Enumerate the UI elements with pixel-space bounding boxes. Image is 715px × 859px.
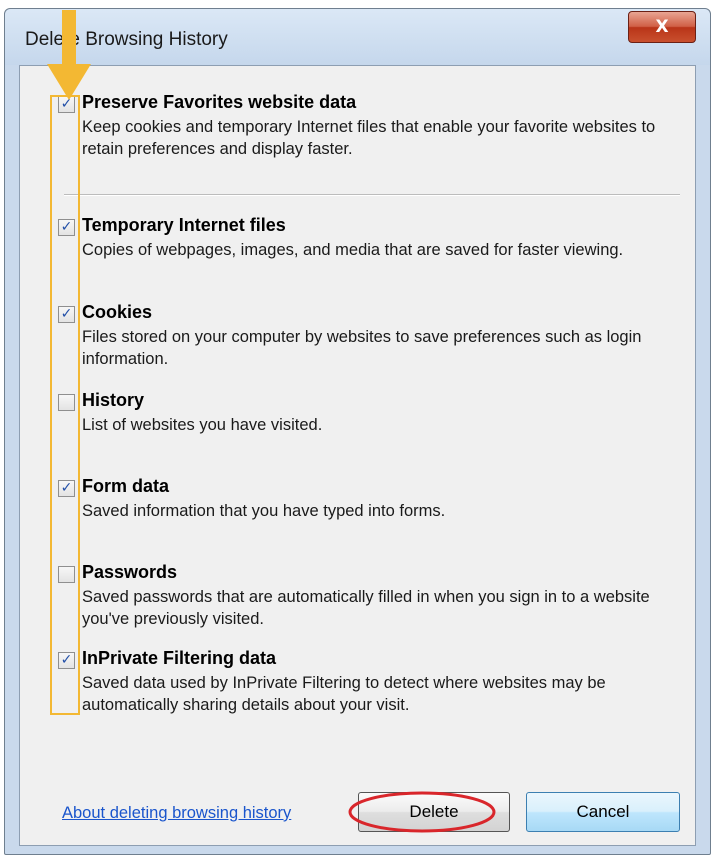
close-icon: X [655,17,669,37]
title-bar: Delete Browsing History X [5,9,710,65]
close-button[interactable]: X [628,11,696,43]
option-description: Saved passwords that are automatically f… [82,588,650,628]
delete-browsing-history-dialog: Delete Browsing History X ✓ Preserve Fav… [4,8,711,855]
option-label: Cookies [82,302,153,322]
option-description: Saved information that you have typed in… [82,502,446,520]
option-label: Passwords [82,562,178,582]
checkbox-highlight-annotation [50,95,80,715]
down-arrow-icon [47,10,91,100]
option-description: List of websites you have visited. [82,416,323,434]
option-description: Saved data used by InPrivate Filtering t… [82,674,606,714]
divider [64,194,680,196]
option-label: Form data [82,476,170,496]
option-description: Files stored on your computer by website… [82,328,642,368]
dialog-body: ✓ Preserve Favorites website data Keep c… [19,10,696,846]
option-label: History [82,390,145,410]
option-label: Preserve Favorites website data [82,92,357,112]
option-description: Copies of webpages, images, and media th… [82,241,624,259]
cancel-button[interactable]: Cancel [526,792,680,832]
option-label: InPrivate Filtering data [82,648,277,668]
about-deleting-history-link[interactable]: About deleting browsing history [62,804,291,823]
option-description: Keep cookies and temporary Internet file… [82,118,656,158]
delete-button-label: Delete [409,802,459,821]
cancel-button-label: Cancel [576,802,630,821]
delete-button[interactable]: Delete [348,791,510,833]
option-label: Temporary Internet files [82,215,286,235]
